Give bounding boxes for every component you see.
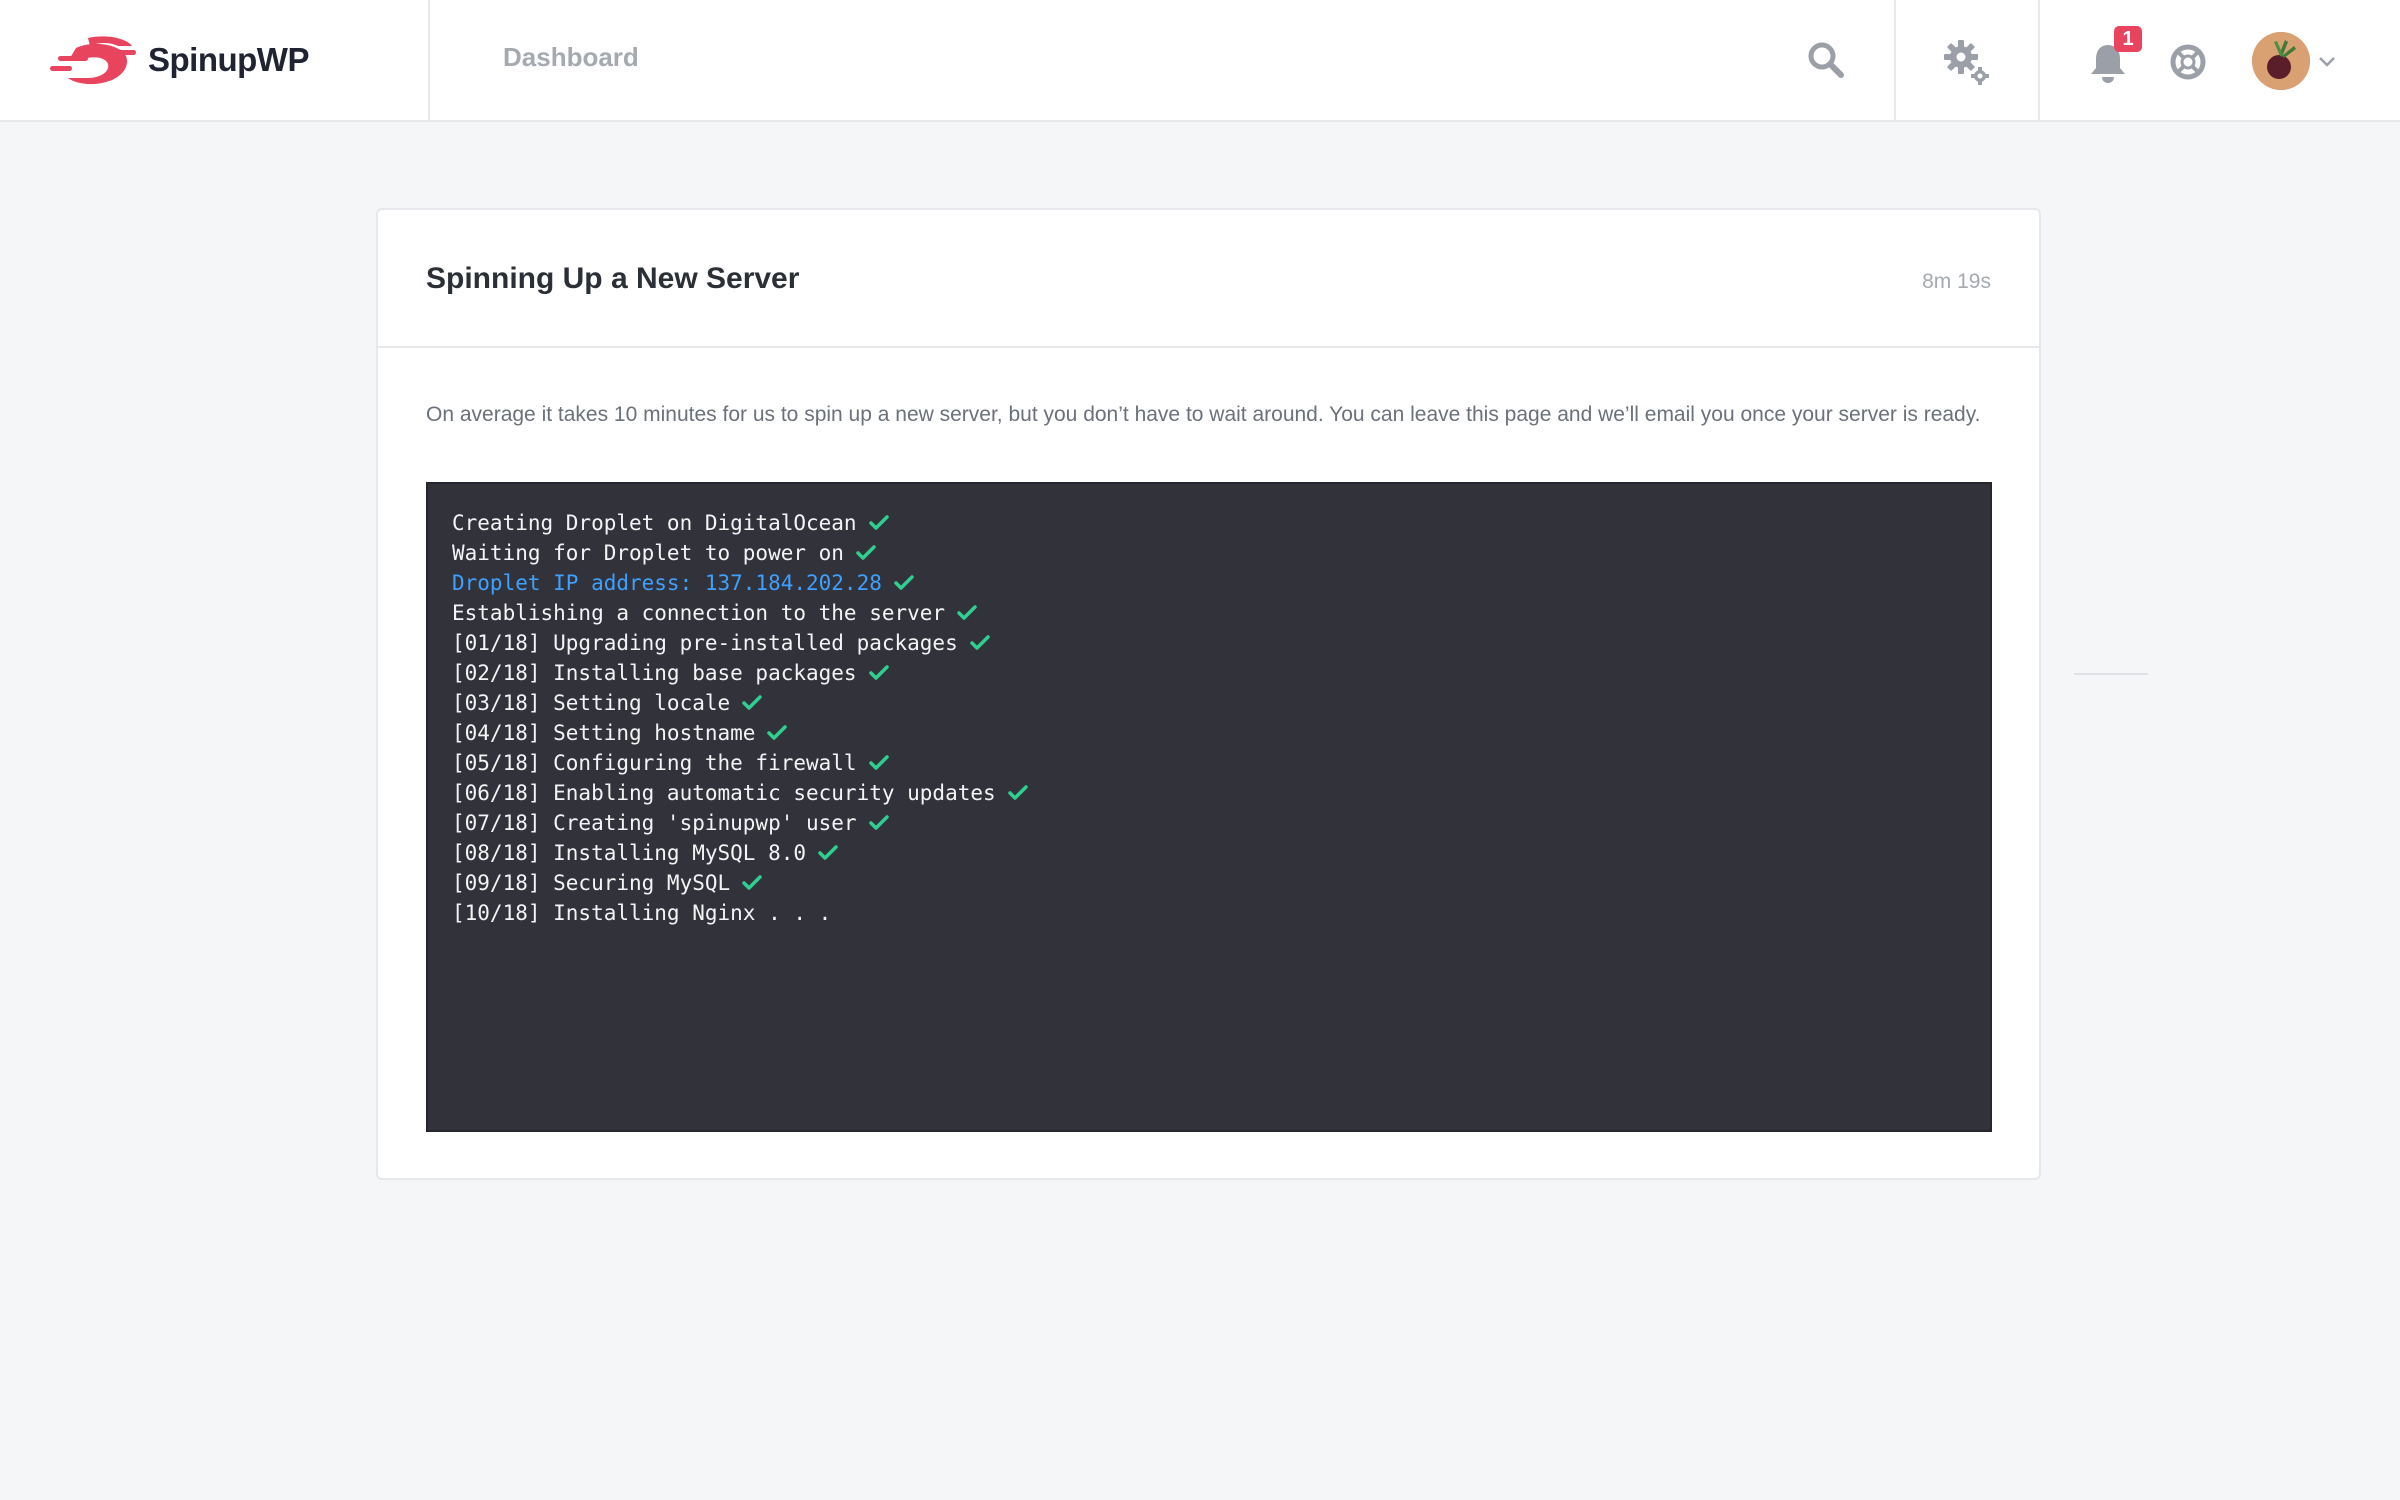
server-provisioning-card: Spinning Up a New Server 8m 19s On avera… (376, 208, 2041, 1180)
log-line-text: [07/18] Creating 'spinupwp' user (452, 811, 857, 835)
card-description: On average it takes 10 minutes for us to… (426, 403, 1981, 426)
checkmark-icon (742, 875, 762, 890)
provisioning-log-terminal: Creating Droplet on DigitalOcean Waiting … (426, 482, 1992, 1132)
log-line-text: [09/18] Securing MySQL (452, 871, 731, 895)
search-icon[interactable] (1806, 40, 1846, 80)
card-header: Spinning Up a New Server 8m 19s (378, 210, 2039, 348)
log-line: Creating Droplet on DigitalOcean (452, 508, 1966, 538)
checkmark-icon (1007, 785, 1028, 800)
log-line: [09/18] Securing MySQL (452, 868, 1966, 898)
log-line-text: Waiting for Droplet to power on (452, 541, 844, 565)
top-navigation-bar: SpinupWP Dashboard 1 (0, 0, 2400, 122)
log-line: Droplet IP address: 137.184.202.28 (452, 568, 1966, 598)
spinupwp-logo-icon (50, 36, 136, 85)
log-line-text: [10/18] Installing Nginx . . . (452, 901, 832, 925)
beet-avatar-icon (2252, 32, 2310, 90)
chevron-down-icon[interactable] (2316, 52, 2338, 70)
log-line-text: [01/18] Upgrading pre-installed packages (452, 631, 958, 655)
log-line-text: [04/18] Setting hostname (452, 721, 756, 745)
log-line-text: [08/18] Installing MySQL 8.0 (452, 841, 807, 865)
log-line-text: [02/18] Installing base packages (452, 661, 857, 685)
log-line: [03/18] Setting locale (452, 688, 1966, 718)
log-line-text: [05/18] Configuring the firewall (452, 751, 857, 775)
log-line: [01/18] Upgrading pre-installed packages (452, 628, 1966, 658)
log-line-text: Creating Droplet on DigitalOcean (452, 511, 857, 535)
log-line: Waiting for Droplet to power on (452, 538, 1966, 568)
log-line-text: [03/18] Setting locale (452, 691, 731, 715)
notification-count-badge: 1 (2114, 26, 2142, 52)
checkmark-icon (767, 725, 788, 740)
log-line: [08/18] Installing MySQL 8.0 (452, 838, 1966, 868)
elapsed-time: 8m 19s (1922, 270, 1991, 293)
log-line-text: Establishing a connection to the server (452, 601, 946, 625)
checkmark-icon (894, 575, 914, 590)
log-line-text: Droplet IP address: 137.184.202.28 (452, 571, 882, 595)
checkmark-icon (969, 635, 990, 650)
nav-dashboard-link[interactable]: Dashboard (503, 42, 639, 73)
brand[interactable]: SpinupWP (0, 0, 430, 120)
log-line-text: [06/18] Enabling automatic security upda… (452, 781, 996, 805)
log-line: [05/18] Configuring the firewall (452, 748, 1966, 778)
user-avatar[interactable] (2252, 32, 2310, 90)
help-lifebuoy-icon[interactable] (2170, 44, 2206, 80)
log-line: [07/18] Creating 'spinupwp' user (452, 808, 1966, 838)
divider (2074, 673, 2148, 675)
log-line: Establishing a connection to the server (452, 598, 1966, 628)
page-title: Spinning Up a New Server (426, 262, 800, 295)
log-line: [04/18] Setting hostname (452, 718, 1966, 748)
checkmark-icon (957, 605, 977, 620)
checkmark-icon (742, 695, 762, 710)
checkmark-icon (818, 845, 838, 860)
log-line: [06/18] Enabling automatic security upda… (452, 778, 1966, 808)
checkmark-icon (868, 665, 889, 680)
checkmark-icon (868, 755, 889, 770)
brand-name: SpinupWP (148, 41, 309, 78)
checkmark-icon (856, 545, 876, 560)
checkmark-icon (868, 815, 889, 830)
checkmark-icon (868, 515, 889, 530)
log-line: [10/18] Installing Nginx . . . (452, 898, 1966, 928)
gear-icon (1944, 40, 1989, 85)
settings-menu[interactable] (1894, 0, 2040, 120)
log-line: [02/18] Installing base packages (452, 658, 1966, 688)
